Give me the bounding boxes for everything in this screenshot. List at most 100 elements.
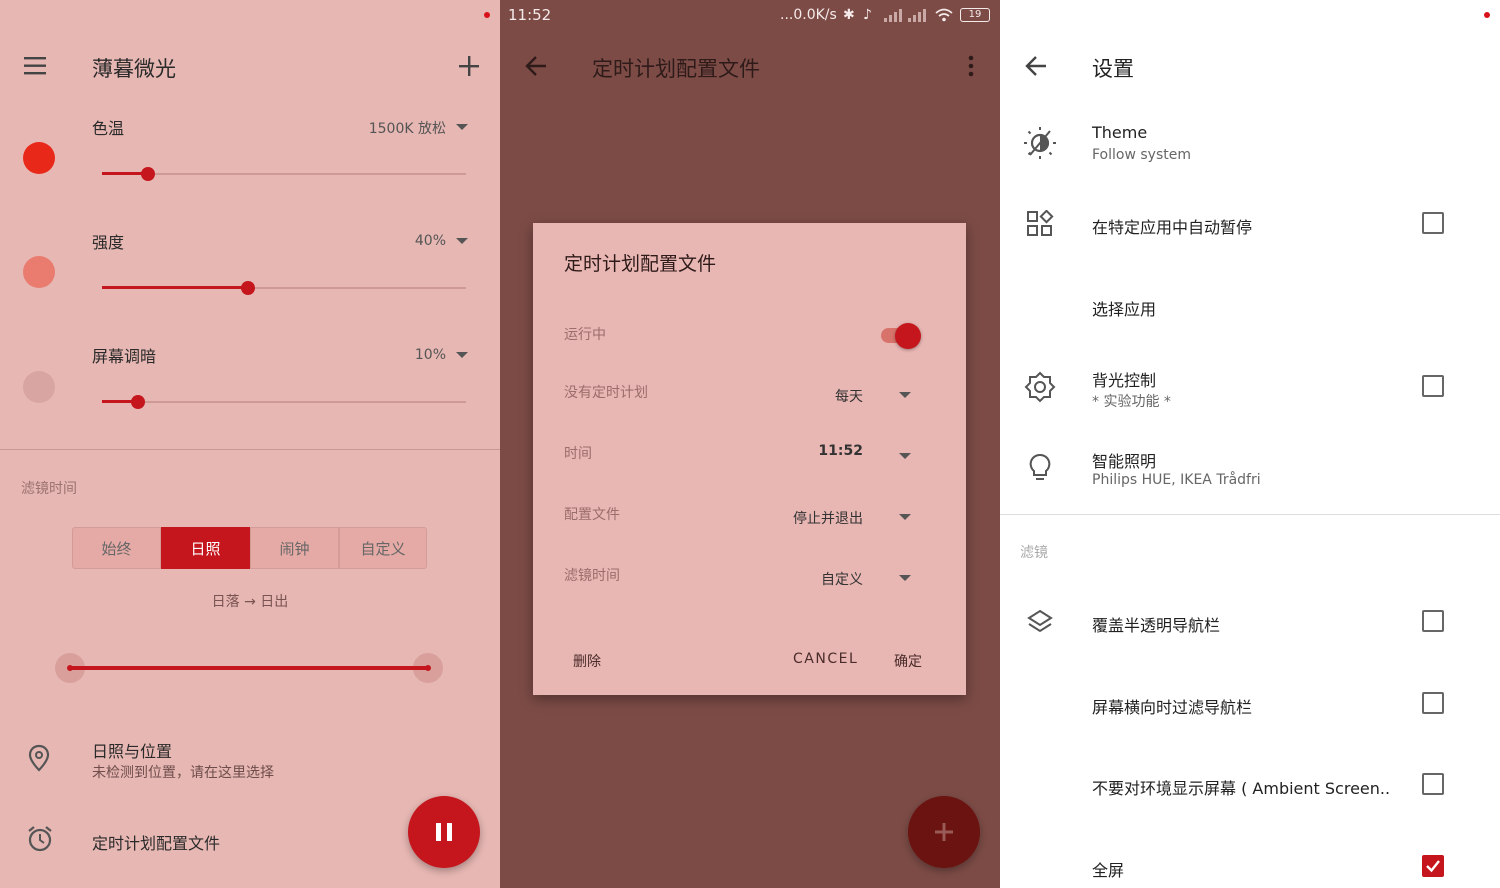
cancel-button[interactable]: CANCEL: [793, 651, 858, 667]
smart-lighting-subtitle: Philips HUE, IKEA Trådfri: [1092, 472, 1261, 488]
color-temp-indicator: [23, 142, 55, 174]
check-icon: [1426, 860, 1440, 873]
location-title: 日照与位置: [92, 742, 173, 761]
signal-icon: [884, 8, 928, 22]
pause-icon: [436, 823, 452, 841]
schedule-screen: 11:52 ...0.0K/s ✱ ♪ 19 定时计划配置文件 定时计划配置文件…: [500, 0, 1000, 888]
schedule-title: 定时计划配置文件: [92, 834, 221, 853]
delete-button[interactable]: 删除: [573, 651, 601, 671]
main-panel: 薄暮微光 色温 1500K 放松 强度 40% 屏幕调暗 10% 滤镜时间 始终…: [0, 0, 500, 888]
slider-label: 色温: [92, 119, 125, 138]
status-dot: [1484, 12, 1490, 18]
add-icon[interactable]: [458, 55, 480, 77]
slider-value[interactable]: 10%: [300, 347, 446, 363]
overlay-navbar-title: 覆盖半透明导航栏: [1092, 616, 1221, 635]
range-end-dot: [425, 665, 431, 671]
back-arrow-icon[interactable]: [1024, 55, 1048, 77]
settings-screen: 设置 Theme Follow system 在特定应用中自动暂停 选择应用 背…: [1000, 0, 1500, 888]
slider-track[interactable]: [102, 173, 466, 175]
location-subtitle: 未检测到位置，请在这里选择: [92, 765, 274, 781]
auto-pause-checkbox[interactable]: [1422, 212, 1444, 234]
add-icon: [935, 823, 953, 841]
network-speed: ...0.0K/s: [780, 7, 837, 23]
time-label: 时间: [564, 446, 592, 462]
smart-lighting-title: 智能照明: [1092, 452, 1157, 471]
running-toggle-thumb[interactable]: [895, 323, 921, 349]
ambient-screen-checkbox[interactable]: [1422, 773, 1444, 795]
location-pin-icon: [28, 744, 50, 772]
slider-value[interactable]: 1500K 放松: [300, 118, 446, 138]
page-title: 定时计划配置文件: [592, 57, 760, 81]
intensity-indicator: [23, 256, 55, 288]
page-title: 设置: [1092, 57, 1134, 81]
chevron-down-icon[interactable]: [456, 124, 468, 130]
schedule-label: 没有定时计划: [564, 385, 648, 401]
status-time: 11:52: [508, 6, 552, 24]
status-dot: [484, 12, 490, 18]
segment-alarm[interactable]: 闹钟: [250, 527, 339, 569]
time-range-text: 日落 → 日出: [211, 594, 289, 610]
slider-thumb[interactable]: [240, 281, 255, 295]
schedule-value[interactable]: 每天: [763, 386, 863, 406]
running-label: 运行中: [564, 327, 606, 343]
auto-pause-title: 在特定应用中自动暂停: [1092, 218, 1253, 237]
profile-label: 配置文件: [564, 507, 620, 523]
ok-button[interactable]: 确定: [894, 651, 922, 671]
slider-label: 屏幕调暗: [92, 347, 157, 366]
add-fab[interactable]: [908, 796, 980, 868]
bluetooth-icon: ✱: [843, 7, 855, 23]
landscape-navbar-title: 屏幕横向时过滤导航栏: [1092, 698, 1253, 717]
chevron-down-icon[interactable]: [456, 238, 468, 244]
backlight-checkbox[interactable]: [1422, 375, 1444, 397]
slider-thumb[interactable]: [140, 167, 155, 181]
profile-value[interactable]: 停止并退出: [733, 508, 863, 528]
landscape-navbar-checkbox[interactable]: [1422, 692, 1444, 714]
back-arrow-icon[interactable]: [524, 55, 548, 77]
more-vert-icon[interactable]: [966, 55, 976, 77]
theme-subtitle: Follow system: [1092, 147, 1191, 163]
fullscreen-checkbox[interactable]: [1422, 855, 1444, 877]
slider-label: 强度: [92, 233, 125, 252]
battery-icon: 19: [960, 8, 990, 22]
pause-fab[interactable]: [408, 796, 480, 868]
theme-icon: [1022, 125, 1056, 159]
segment-custom[interactable]: 自定义: [339, 527, 427, 569]
apps-icon: [1026, 210, 1054, 238]
segment-sun[interactable]: 日照: [161, 527, 250, 569]
alarm-clock-icon: [25, 824, 55, 854]
slider-fill: [102, 286, 248, 289]
divider: [1000, 514, 1500, 515]
select-apps-item[interactable]: 选择应用: [1092, 296, 1156, 320]
divider: [0, 449, 500, 450]
brightness-icon: [1024, 371, 1056, 403]
section-filter-label: 滤镜: [1020, 545, 1048, 561]
chevron-down-icon[interactable]: [899, 514, 911, 520]
app-title: 薄暮微光: [92, 57, 176, 81]
backlight-subtitle: * 实验功能 *: [1092, 394, 1171, 410]
slider-thumb[interactable]: [131, 395, 146, 409]
chevron-down-icon[interactable]: [456, 352, 468, 358]
section-label: 滤镜时间: [21, 481, 77, 497]
lightbulb-icon: [1028, 453, 1052, 483]
layers-icon: [1026, 608, 1054, 636]
overlay-navbar-checkbox[interactable]: [1422, 610, 1444, 632]
wifi-icon: [934, 8, 954, 22]
slider-value[interactable]: 40%: [300, 233, 446, 249]
filter-time-value[interactable]: 自定义: [763, 569, 863, 589]
dialog-title: 定时计划配置文件: [564, 253, 717, 275]
dim-indicator: [23, 371, 55, 403]
mute-icon: ♪: [863, 7, 872, 23]
slider-track[interactable]: [102, 401, 466, 403]
backlight-title: 背光控制: [1092, 371, 1157, 390]
time-value[interactable]: 11:52: [763, 443, 863, 459]
range-start-dot: [67, 665, 73, 671]
fullscreen-title: 全屏: [1092, 861, 1125, 880]
chevron-down-icon[interactable]: [899, 575, 911, 581]
chevron-down-icon[interactable]: [899, 453, 911, 459]
filter-time-label: 滤镜时间: [564, 568, 620, 584]
segment-always[interactable]: 始终: [72, 527, 161, 569]
schedule-dialog: 定时计划配置文件 运行中 没有定时计划 每天 时间 11:52 配置文件 停止并…: [533, 223, 966, 695]
chevron-down-icon[interactable]: [899, 392, 911, 398]
menu-icon[interactable]: [22, 56, 50, 76]
range-fill: [70, 666, 428, 670]
